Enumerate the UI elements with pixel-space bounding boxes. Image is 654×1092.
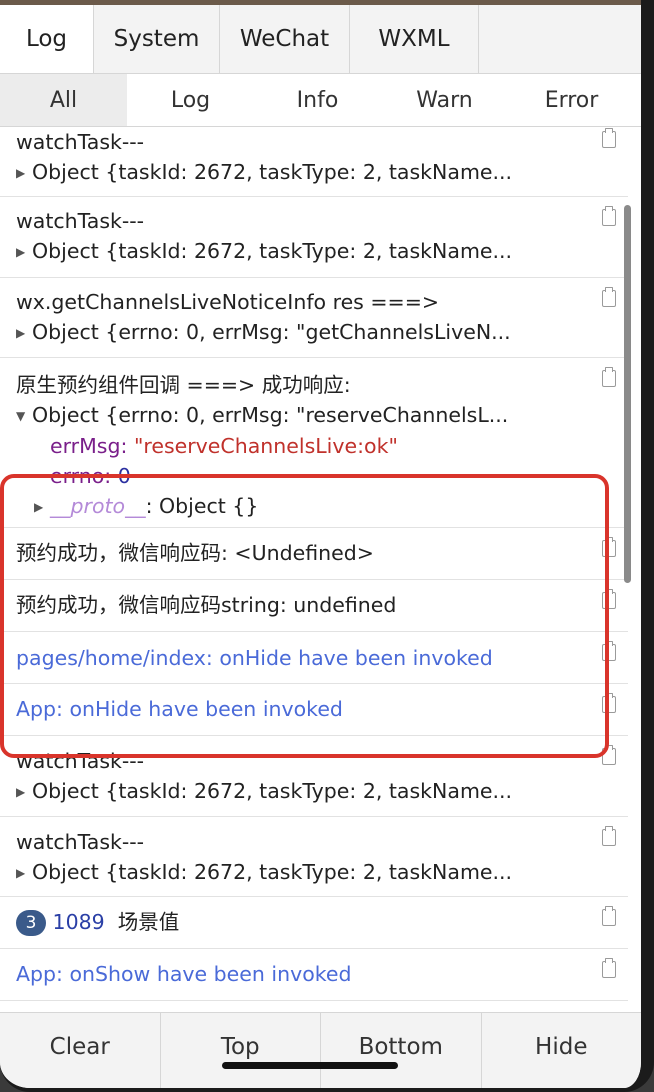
repeat-count-badge: 3	[16, 910, 46, 936]
log-entry: 3 1089 场景值	[0, 897, 628, 949]
proto-key[interactable]: __proto__	[50, 494, 146, 518]
copy-icon[interactable]	[602, 745, 616, 765]
collapse-arrow-icon[interactable]: ▼	[16, 401, 32, 431]
log-entry-object[interactable]: Object {errno: 0, errMsg: "reserveChanne…	[32, 403, 508, 427]
log-entry-object[interactable]: Object {taskId: 2672, taskType: 2, taskN…	[32, 860, 512, 884]
log-entry: watchTask--- ▶ Object {taskId: 2672, task…	[0, 197, 628, 278]
copy-icon[interactable]	[602, 367, 616, 387]
log-entry-title: watchTask---	[16, 209, 145, 233]
scrollbar[interactable]	[624, 205, 631, 583]
top-button[interactable]: Top	[161, 1013, 321, 1088]
expand-arrow-icon[interactable]: ▶	[16, 158, 32, 188]
clear-button[interactable]: Clear	[0, 1013, 161, 1088]
property-key: errMsg	[50, 434, 121, 458]
log-entry-info: App: onShow have been invoked	[0, 949, 628, 1001]
log-number: 1089	[52, 910, 105, 934]
log-entry-text: App: onHide have been invoked	[16, 697, 343, 721]
devtools-panel: Log System WeChat WXML All Log Info Warn…	[0, 0, 654, 1092]
copy-icon[interactable]	[602, 589, 616, 609]
copy-icon[interactable]	[602, 906, 616, 926]
log-entry-info: App: onHide have been invoked	[0, 684, 628, 736]
proto-value: : Object {}	[145, 494, 259, 518]
tab-wechat[interactable]: WeChat	[220, 5, 350, 73]
log-entry-object[interactable]: Object {taskId: 2672, taskType: 2, taskN…	[32, 779, 512, 803]
main-tab-bar: Log System WeChat WXML	[0, 5, 641, 74]
bottom-toolbar: Clear Top Bottom Hide	[0, 1012, 642, 1088]
log-entry-info: pages/home/index: onHide have been invok…	[0, 632, 628, 684]
log-entry-text: 预约成功，微信响应码: <Undefined>	[16, 541, 374, 565]
copy-icon[interactable]	[602, 826, 616, 846]
log-entry: 预约成功，微信响应码: <Undefined>	[0, 528, 628, 580]
copy-icon[interactable]	[602, 128, 616, 148]
filter-tab-error[interactable]: Error	[508, 74, 635, 126]
copy-icon[interactable]	[602, 206, 616, 226]
filter-tab-all[interactable]: All	[0, 74, 127, 126]
log-entry: wx.getChannelsLiveNoticeInfo res ===> ▶ O…	[0, 278, 628, 358]
expand-arrow-icon[interactable]: ▶	[16, 237, 32, 267]
property-key: errno	[50, 464, 105, 488]
log-entry-title: watchTask---	[16, 749, 145, 773]
property-value: 0	[117, 464, 131, 488]
expand-arrow-icon[interactable]: ▶	[16, 318, 32, 348]
log-entry-text: 场景值	[117, 910, 180, 934]
log-entry: watchTask--- ▶ Object {taskId: 2672, task…	[0, 817, 628, 897]
bottom-button[interactable]: Bottom	[321, 1013, 482, 1088]
expand-arrow-icon[interactable]: ▶	[16, 777, 32, 807]
hide-button[interactable]: Hide	[482, 1013, 642, 1088]
filter-tab-log[interactable]: Log	[127, 74, 254, 126]
tab-wxml[interactable]: WXML	[350, 5, 479, 73]
copy-icon[interactable]	[602, 958, 616, 978]
log-entry-title: 原生预约组件回调 ===> 成功响应:	[16, 373, 351, 397]
log-entry-object[interactable]: Object {taskId: 2672, taskType: 2, taskN…	[32, 239, 512, 263]
tab-system[interactable]: System	[94, 5, 220, 73]
expand-arrow-icon[interactable]: ▶	[34, 492, 50, 522]
copy-icon[interactable]	[602, 641, 616, 661]
log-entry-object[interactable]: Object {taskId: 2672, taskType: 2, taskN…	[32, 160, 512, 184]
log-entry: watchTask--- ▶ Object {taskId: 2672, task…	[0, 127, 628, 197]
log-entry-text: 预约成功，微信响应码string: undefined	[16, 593, 397, 617]
log-entry-object[interactable]: Object {errno: 0, errMsg: "getChannelsLi…	[32, 320, 511, 344]
tab-log[interactable]: Log	[0, 5, 94, 73]
log-entry: watchTask--- ▶ Object {taskId: 2672, task…	[0, 736, 628, 817]
copy-icon[interactable]	[602, 537, 616, 557]
filter-tab-warn[interactable]: Warn	[381, 74, 508, 126]
log-entry: 预约成功，微信响应码string: undefined	[0, 580, 628, 632]
log-entry-title: watchTask---	[16, 130, 145, 154]
log-entry-title: watchTask---	[16, 830, 145, 854]
log-entry-text: App: onShow have been invoked	[16, 962, 352, 986]
copy-icon[interactable]	[602, 693, 616, 713]
log-list[interactable]: watchTask--- ▶ Object {taskId: 2672, task…	[0, 127, 628, 1012]
filter-tab-info[interactable]: Info	[254, 74, 381, 126]
expand-arrow-icon[interactable]: ▶	[16, 858, 32, 888]
home-indicator	[222, 1062, 398, 1069]
property-value: "reserveChannelsLive:ok"	[133, 434, 398, 458]
log-entry-expanded: 原生预约组件回调 ===> 成功响应: ▼ Object {errno: 0, e…	[0, 358, 628, 528]
filter-tab-bar: All Log Info Warn Error	[0, 74, 641, 127]
log-entry-text: pages/home/index: onHide have been invok…	[16, 646, 493, 670]
log-entry-title: wx.getChannelsLiveNoticeInfo res ===>	[16, 290, 440, 314]
copy-icon[interactable]	[602, 287, 616, 307]
